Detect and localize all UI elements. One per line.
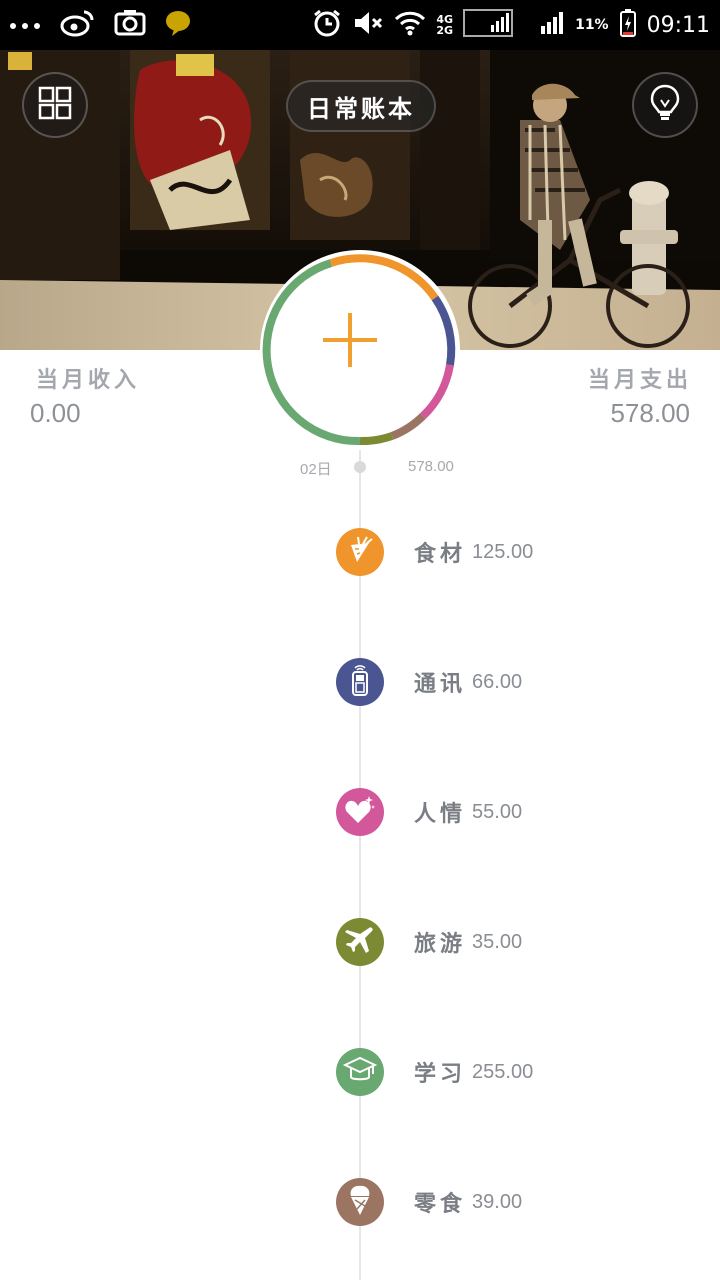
ring-segment-travel <box>359 432 394 446</box>
day-total: 578.00 <box>408 458 454 475</box>
day-marker <box>354 461 366 473</box>
record-amount: 35.00 <box>472 930 523 953</box>
status-bar-system: 4G 2G 11% 09:11 <box>312 0 710 50</box>
account-book-title-button[interactable]: 日常账本 <box>286 80 436 132</box>
account-book-title: 日常账本 <box>307 93 415 123</box>
camera-icon <box>114 9 146 41</box>
category-badge <box>336 918 384 966</box>
ring-segment-snack <box>390 413 426 440</box>
clock: 09:11 <box>646 12 710 38</box>
alarm-icon <box>312 8 342 42</box>
record-amount: 125.00 <box>472 540 534 563</box>
record-item-food[interactable]: 食材 125.00 <box>336 527 696 577</box>
category-badge <box>336 1048 384 1096</box>
day-date: 02日 <box>300 461 332 478</box>
ring-segment-gift <box>420 364 454 419</box>
record-item-travel[interactable]: 旅游 35.00 <box>336 917 696 967</box>
record-category: 通讯 <box>414 671 467 697</box>
menu-grid-button[interactable] <box>22 72 88 138</box>
signal-2g-icon <box>523 10 565 40</box>
airplane-icon <box>345 925 375 959</box>
status-bar: 4G 2G 11% 09:11 <box>0 0 720 50</box>
record-item-communication[interactable]: 通讯 66.00 <box>336 657 696 707</box>
carrot-icon <box>345 535 375 569</box>
graduation-cap-icon <box>342 1056 378 1088</box>
record-category: 零食 <box>414 1191 467 1217</box>
record-amount: 66.00 <box>472 670 523 693</box>
lightbulb-icon <box>650 84 680 126</box>
monthly-income-label: 当月收入 <box>36 367 141 393</box>
record-category: 人情 <box>414 801 467 827</box>
expense-ring <box>260 250 460 450</box>
record-amount: 255.00 <box>472 1060 534 1083</box>
category-badge <box>336 788 384 836</box>
record-amount: 39.00 <box>472 1190 523 1213</box>
network-bottom-label: 2G <box>436 24 454 37</box>
record-amount: 55.00 <box>472 800 523 823</box>
mute-icon <box>352 9 384 41</box>
grid-icon <box>38 86 72 124</box>
monthly-expense-label: 当月支出 <box>587 367 692 393</box>
ice-cream-icon <box>346 1184 374 1220</box>
category-badge <box>336 1178 384 1226</box>
status-bar-notifications <box>8 0 192 50</box>
add-record-button[interactable] <box>320 310 400 390</box>
record-item-snack[interactable]: 零食 39.00 <box>336 1177 696 1227</box>
weibo-icon <box>60 8 96 42</box>
heart-sparkle-icon <box>344 795 376 829</box>
record-category: 食材 <box>414 541 467 567</box>
category-badge <box>336 528 384 576</box>
tips-button[interactable] <box>632 72 698 138</box>
network-type: 4G 2G <box>436 14 453 36</box>
ring-segment-food <box>329 254 439 301</box>
record-category: 旅游 <box>414 931 467 957</box>
record-category: 学习 <box>414 1061 467 1087</box>
battery-charging-icon <box>619 8 637 42</box>
chat-bubble-icon <box>164 9 192 41</box>
category-badge <box>336 658 384 706</box>
ring-segment-communication <box>431 295 456 366</box>
wifi-icon <box>394 10 426 40</box>
record-item-gift[interactable]: 人情 55.00 <box>336 787 696 837</box>
cellphone-icon <box>345 663 375 701</box>
monthly-expense-value: 578.00 <box>610 398 690 428</box>
more-dots-icon <box>8 16 42 35</box>
record-item-study[interactable]: 学习 255.00 <box>336 1047 696 1097</box>
monthly-income-value: 0.00 <box>30 398 81 428</box>
battery-percent: 11% <box>575 17 609 33</box>
signal-icon <box>463 9 514 41</box>
